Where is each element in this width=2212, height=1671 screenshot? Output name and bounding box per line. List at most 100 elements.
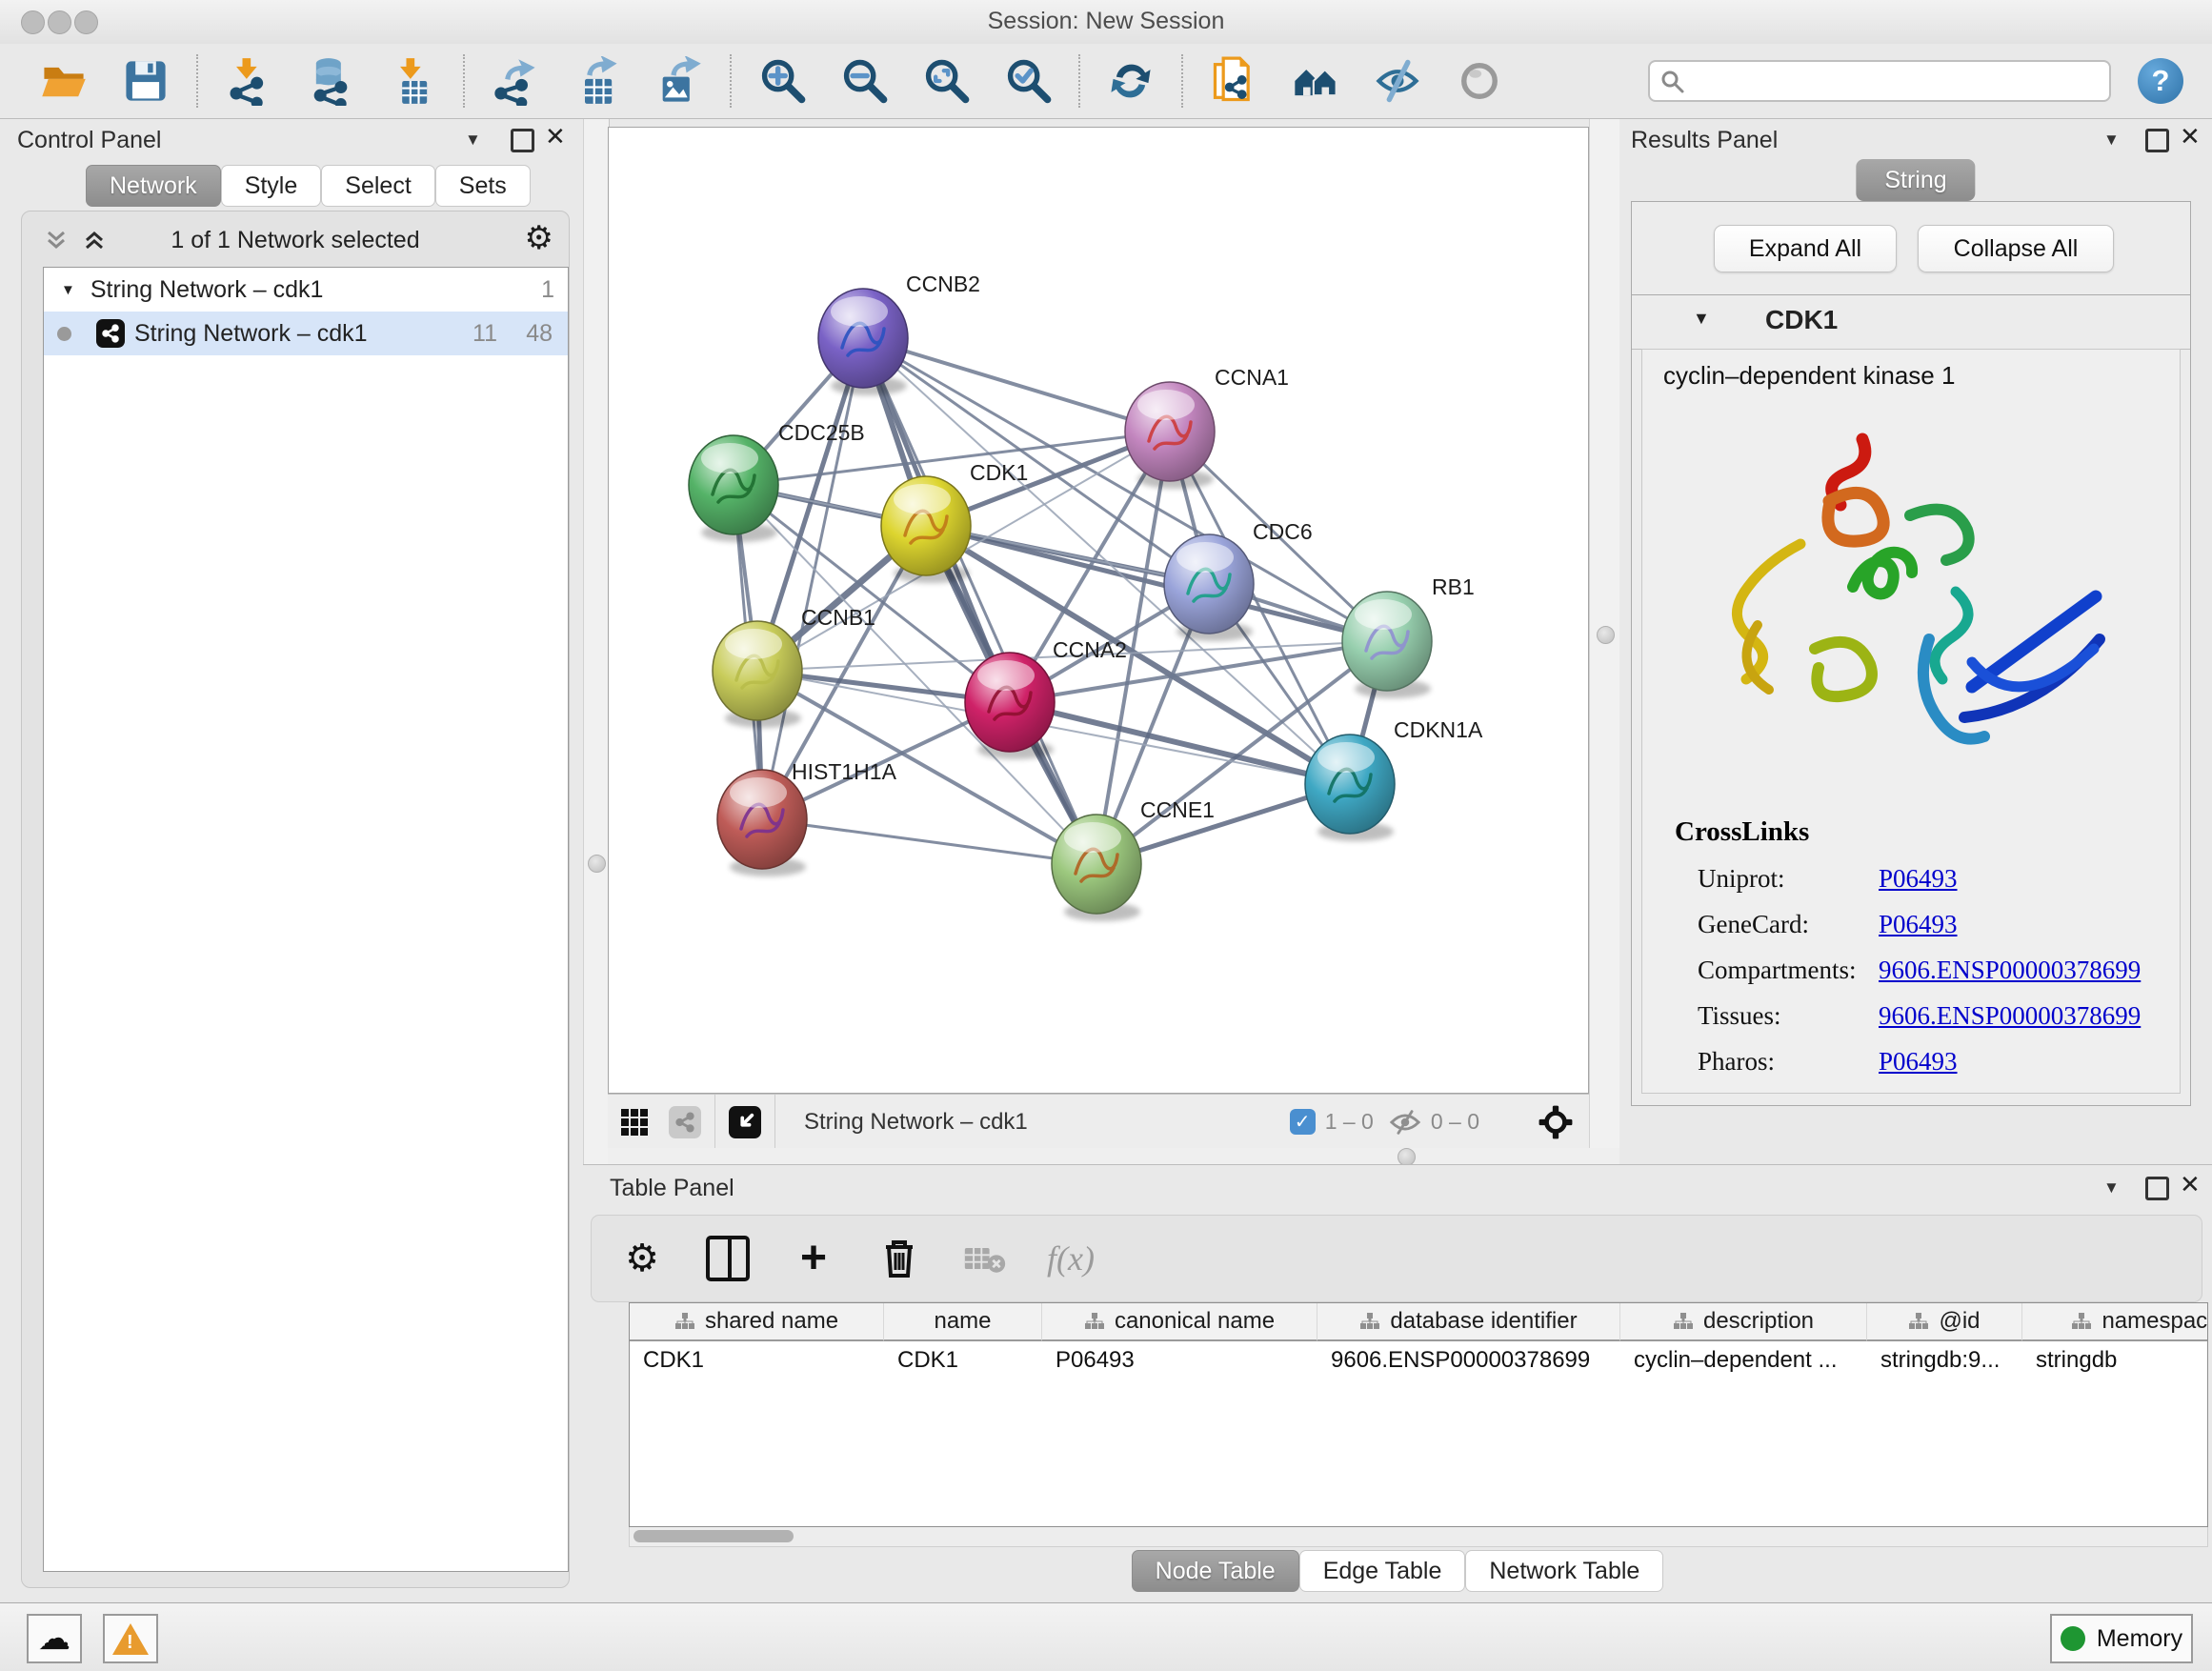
panel-menu-icon[interactable]: ▼ — [2103, 1178, 2120, 1198]
tree-expand-icon[interactable]: ▼ — [61, 282, 75, 298]
selected-nodes-checkbox-icon[interactable]: ✓ — [1290, 1109, 1316, 1135]
hide-glass-panel-button[interactable] — [1372, 55, 1423, 107]
column-header[interactable]: canonical name — [1042, 1303, 1317, 1341]
panel-menu-icon[interactable]: ▼ — [465, 131, 481, 150]
network-collection-row[interactable]: ▼ String Network – cdk1 1 — [44, 268, 568, 312]
table-settings-gear-icon[interactable]: ⚙ — [620, 1237, 664, 1280]
tab-network[interactable]: Network — [86, 165, 221, 207]
tab-edge-table[interactable]: Edge Table — [1299, 1550, 1466, 1592]
selected-counts: 1 – 0 — [1325, 1109, 1374, 1135]
home-button[interactable] — [1290, 55, 1341, 107]
export-network-button[interactable] — [490, 55, 541, 107]
show-glass-panel-button[interactable] — [1454, 55, 1505, 107]
cell-database-identifier[interactable]: 9606.ENSP00000378699 — [1317, 1341, 1620, 1379]
export-table-button[interactable] — [572, 55, 623, 107]
delete-table-icon[interactable] — [963, 1237, 1007, 1280]
network-edge[interactable] — [926, 526, 1387, 641]
tab-style[interactable]: Style — [221, 165, 322, 207]
cell-name[interactable]: CDK1 — [884, 1341, 1042, 1379]
column-header[interactable]: @id — [1867, 1303, 2022, 1341]
network-canvas[interactable]: CCNB2CCNA1CDC25BCDK1CDC6RB1CCNB1CCNA2CDK… — [608, 127, 1589, 1094]
cell-description[interactable]: cyclin–dependent ... — [1620, 1341, 1867, 1379]
save-session-button[interactable] — [120, 55, 171, 107]
birdseye-view-icon[interactable] — [729, 1106, 761, 1138]
right-panel-splitter[interactable] — [1589, 119, 1621, 1164]
search-input[interactable] — [1648, 60, 2111, 102]
network-node-RB1[interactable]: RB1 — [1342, 574, 1475, 698]
table-row[interactable]: CDK1 CDK1 P06493 9606.ENSP00000378699 cy… — [630, 1341, 2207, 1379]
column-header[interactable]: database identifier — [1317, 1303, 1620, 1341]
network-node-CDKN1A[interactable]: CDKN1A — [1305, 717, 1483, 841]
network-node-CCNA1[interactable]: CCNA1 — [1125, 365, 1289, 489]
network-edge[interactable] — [1010, 702, 1350, 784]
network-edge[interactable] — [762, 819, 1096, 864]
zoom-fit-button[interactable] — [920, 55, 972, 107]
column-header[interactable]: description — [1620, 1303, 1867, 1341]
cell-namespace[interactable]: stringdb — [2022, 1341, 2208, 1379]
panel-menu-icon[interactable]: ▼ — [2103, 131, 2120, 150]
panel-close-icon[interactable]: ✕ — [545, 123, 566, 151]
pan-crosshair-icon[interactable] — [1538, 1104, 1574, 1140]
warnings-button[interactable]: ! — [103, 1614, 158, 1663]
zoom-out-button[interactable] — [838, 55, 890, 107]
toolbar-separator — [196, 54, 198, 108]
grid-view-icon[interactable] — [621, 1109, 648, 1136]
tab-node-table[interactable]: Node Table — [1132, 1550, 1299, 1592]
panel-close-icon[interactable]: ✕ — [2180, 1171, 2201, 1199]
network-node-CDC6[interactable]: CDC6 — [1164, 519, 1313, 641]
cell-id[interactable]: stringdb:9... — [1867, 1341, 2022, 1379]
import-table-button[interactable] — [387, 55, 438, 107]
splitter-handle[interactable] — [588, 855, 606, 873]
horizontal-scrollbar[interactable] — [629, 1527, 2208, 1547]
splitter-handle[interactable] — [1597, 626, 1615, 644]
delete-column-icon[interactable] — [877, 1237, 921, 1280]
zoom-selected-button[interactable] — [1002, 55, 1054, 107]
add-column-icon[interactable]: + — [792, 1237, 835, 1280]
crosslink-uniprot[interactable]: P06493 — [1879, 864, 1958, 894]
import-network-button[interactable] — [223, 55, 274, 107]
network-node-CCNB2[interactable]: CCNB2 — [818, 272, 980, 395]
network-node-HIST1H1A[interactable]: HIST1H1A — [717, 759, 897, 876]
collapse-all-button[interactable]: Collapse All — [1918, 225, 2114, 272]
collapse-section-icon[interactable]: ▼ — [1693, 309, 1710, 329]
help-button[interactable]: ? — [2138, 58, 2183, 104]
panel-float-icon[interactable] — [2145, 1177, 2169, 1200]
string-documents-button[interactable] — [1208, 55, 1259, 107]
export-image-button[interactable] — [654, 55, 705, 107]
show-columns-icon[interactable] — [706, 1237, 750, 1280]
network-row[interactable]: String Network – cdk1 11 48 — [44, 312, 568, 355]
tab-sets[interactable]: Sets — [435, 165, 531, 207]
cell-canonical-name[interactable]: P06493 — [1042, 1341, 1317, 1379]
cell-shared-name[interactable]: CDK1 — [630, 1341, 884, 1379]
import-network-from-database-button[interactable] — [305, 55, 356, 107]
column-header[interactable]: name — [884, 1303, 1042, 1341]
expand-all-button[interactable]: Expand All — [1714, 225, 1897, 272]
tab-select[interactable]: Select — [321, 165, 434, 207]
network-edge[interactable] — [762, 338, 863, 819]
scrollbar-thumb[interactable] — [633, 1530, 794, 1542]
panel-close-icon[interactable]: ✕ — [2180, 123, 2201, 151]
cloud-services-button[interactable]: ☁ — [27, 1614, 82, 1663]
function-builder-icon[interactable]: f(x) — [1049, 1237, 1093, 1280]
network-node-CDK1[interactable]: CDK1 — [881, 460, 1028, 583]
crosslink-pharos[interactable]: P06493 — [1879, 1047, 1958, 1077]
network-edge[interactable] — [863, 338, 1170, 432]
gear-icon[interactable]: ⚙ — [525, 219, 553, 257]
zoom-in-button[interactable] — [756, 55, 808, 107]
tab-network-table[interactable]: Network Table — [1465, 1550, 1663, 1592]
column-header[interactable]: namespace — [2022, 1303, 2208, 1341]
network-edge[interactable] — [863, 338, 1096, 864]
crosslink-compartments[interactable]: 9606.ENSP00000378699 — [1879, 956, 2141, 985]
crosslink-tissues[interactable]: 9606.ENSP00000378699 — [1879, 1001, 2141, 1031]
tab-string[interactable]: String — [1856, 159, 1975, 201]
column-header[interactable]: shared name — [630, 1303, 884, 1341]
panel-float-icon[interactable] — [511, 129, 534, 152]
memory-button[interactable]: Memory — [2050, 1614, 2193, 1663]
apply-layout-button[interactable] — [1105, 55, 1156, 107]
panel-float-icon[interactable] — [2145, 129, 2169, 152]
crosslink-genecard[interactable]: P06493 — [1879, 910, 1958, 939]
string-style-icon[interactable] — [669, 1106, 701, 1138]
open-session-button[interactable] — [38, 55, 90, 107]
gene-section-header[interactable]: ▼ CDK1 — [1632, 295, 2190, 350]
hidden-eye-slash-icon[interactable] — [1389, 1110, 1421, 1135]
